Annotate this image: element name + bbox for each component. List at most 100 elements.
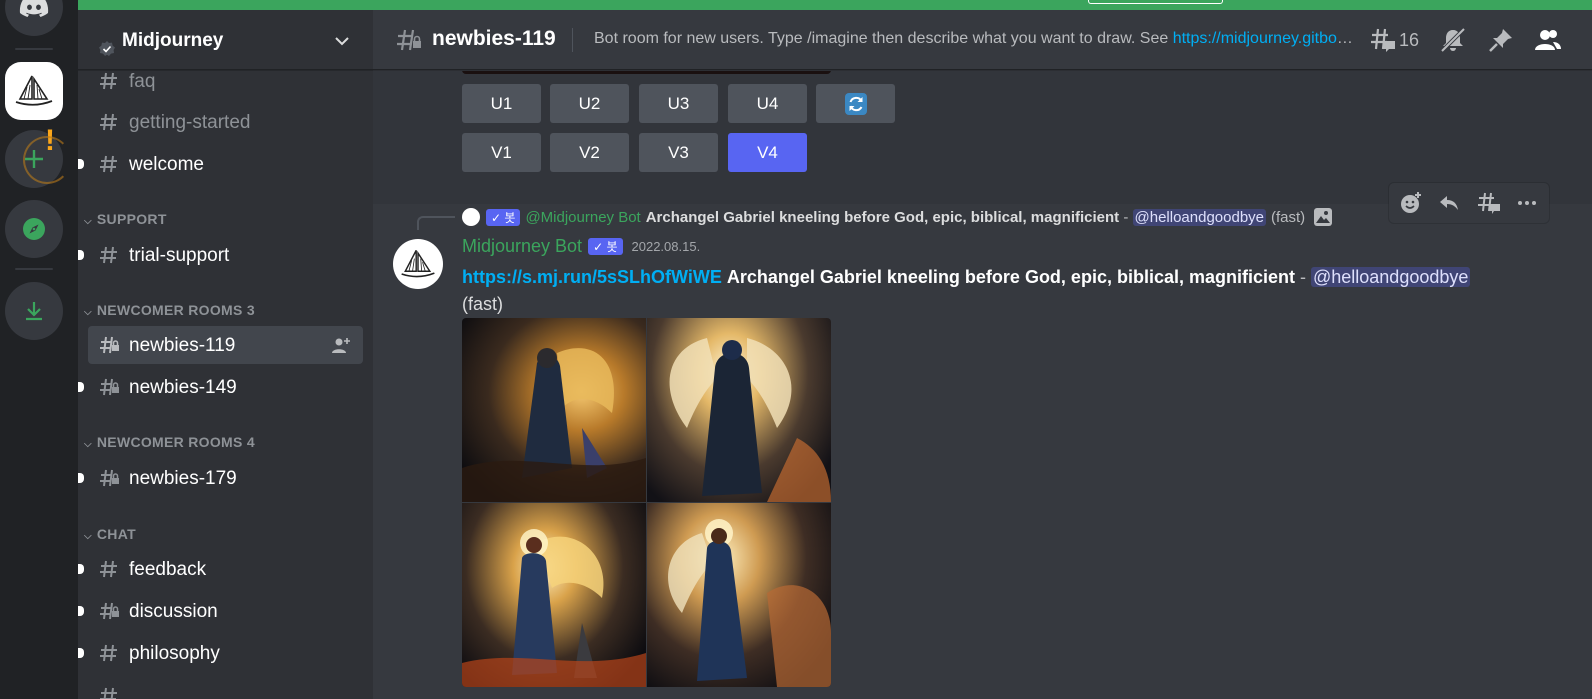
thread-icon xyxy=(1478,192,1500,214)
hashtag-lock-icon xyxy=(100,378,119,396)
add-member-icon[interactable] xyxy=(331,336,351,354)
upscale-2-button[interactable]: U2 xyxy=(550,84,629,123)
hashtag-icon xyxy=(100,72,117,90)
channel-partial[interactable] xyxy=(88,677,363,699)
channel-feedback[interactable]: feedback xyxy=(78,550,363,588)
image-quadrant-1[interactable] xyxy=(462,318,646,502)
more-icon xyxy=(1518,201,1536,205)
category-newcomer-rooms-3[interactable]: ⌵ NEWCOMER ROOMS 3 xyxy=(84,302,255,318)
channel-newbies-119[interactable]: newbies-119 xyxy=(88,326,363,364)
server-rail: ! xyxy=(0,0,78,699)
home-button[interactable] xyxy=(5,0,63,36)
reply-button[interactable] xyxy=(1435,189,1463,217)
channel-getting-started[interactable]: getting-started xyxy=(88,103,363,141)
message-list: U1 U2 U3 U4 V1 V2 V3 V4 ✓ 봇 @Midjourney … xyxy=(373,71,1592,699)
thread-count: 16 xyxy=(1399,30,1420,50)
chevron-icon: ⌵ xyxy=(84,439,92,450)
notification-muted-icon[interactable] xyxy=(1439,26,1467,54)
channel-philosophy[interactable]: philosophy xyxy=(78,634,363,672)
upscale-4-button[interactable]: U4 xyxy=(728,84,807,123)
more-button[interactable] xyxy=(1513,189,1541,217)
reply-author[interactable]: @Midjourney Bot xyxy=(525,209,640,226)
category-newcomer-rooms-4[interactable]: ⌵ NEWCOMER ROOMS 4 xyxy=(84,434,255,450)
hashtag-lock-icon xyxy=(100,602,119,620)
notice-button[interactable] xyxy=(1088,0,1223,4)
upscale-3-button[interactable]: U3 xyxy=(639,84,718,123)
category-label: SUPPORT xyxy=(96,211,167,227)
compass-icon xyxy=(23,218,45,240)
avatar[interactable] xyxy=(393,239,443,289)
chevron-icon: ⌵ xyxy=(84,531,92,542)
hashtag-icon xyxy=(100,113,117,131)
hashtag-icon xyxy=(100,687,117,699)
bot-badge: ✓ 봇 xyxy=(588,238,623,255)
download-apps-button[interactable] xyxy=(5,282,63,340)
header-divider xyxy=(572,28,573,52)
channel-label: feedback xyxy=(129,559,207,580)
previous-image-bottom xyxy=(462,71,831,74)
channel-title: newbies-119 xyxy=(432,27,556,50)
channel-label: philosophy xyxy=(129,643,220,664)
image-quadrant-3[interactable] xyxy=(462,503,646,687)
spinner-icon xyxy=(23,136,71,184)
topic-link[interactable]: https://midjourney.gitbook.io/docs/ xyxy=(1173,30,1354,47)
reply-speed: (fast) xyxy=(1271,208,1306,226)
channel-topic[interactable]: Bot room for new users. Type /imagine th… xyxy=(594,30,1354,48)
angel-figure xyxy=(669,338,831,502)
channel-newbies-179[interactable]: newbies-179 xyxy=(78,459,363,497)
channel-trial-support[interactable]: trial-support xyxy=(78,236,363,274)
category-label: NEWCOMER ROOMS 4 xyxy=(96,434,255,450)
reply-separator: - xyxy=(1119,208,1133,226)
channel-label: faq xyxy=(129,71,156,92)
message-link[interactable]: https://s.mj.run/5sSLhOfWiWE xyxy=(462,267,722,287)
reply-preview[interactable]: ✓ 봇 @Midjourney Bot Archangel Gabriel kn… xyxy=(462,207,1333,227)
unread-indicator xyxy=(78,250,84,260)
hashtag-icon xyxy=(100,246,117,264)
explore-servers-button[interactable] xyxy=(5,200,63,258)
create-thread-button[interactable] xyxy=(1475,189,1503,217)
category-support[interactable]: ⌵ SUPPORT xyxy=(84,211,167,227)
channel-label: discussion xyxy=(129,601,218,622)
hashtag-icon xyxy=(100,560,117,578)
threads-icon[interactable] xyxy=(1369,26,1397,54)
discord-logo-icon xyxy=(19,0,49,17)
reroll-button[interactable] xyxy=(816,84,895,123)
add-reaction-button[interactable] xyxy=(1397,189,1425,217)
chevron-icon: ⌵ xyxy=(84,216,92,227)
timestamp: 2022.08.15. xyxy=(631,239,701,254)
variation-2-button[interactable]: V2 xyxy=(550,133,629,172)
variation-3-button[interactable]: V3 xyxy=(639,133,718,172)
variation-1-button[interactable]: V1 xyxy=(462,133,541,172)
member-list-icon[interactable] xyxy=(1533,26,1561,54)
category-label: NEWCOMER ROOMS 3 xyxy=(96,302,255,318)
bot-badge: ✓ 봇 xyxy=(486,208,521,226)
channel-discussion[interactable]: discussion xyxy=(78,592,363,630)
pin-icon[interactable] xyxy=(1487,26,1515,54)
image-quadrant-2[interactable] xyxy=(647,318,831,502)
message-speed: (fast) xyxy=(462,294,504,314)
angel-figure xyxy=(462,529,646,687)
channel-faq[interactable]: faq xyxy=(88,62,363,100)
add-server-button[interactable]: ! xyxy=(5,124,71,188)
category-chat[interactable]: ⌵ CHAT xyxy=(84,526,136,542)
author-name[interactable]: Midjourney Bot xyxy=(462,236,582,257)
unread-indicator xyxy=(78,159,84,169)
refresh-icon xyxy=(844,92,867,115)
hashtag-lock-icon xyxy=(100,336,119,354)
variation-4-button[interactable]: V4 xyxy=(728,133,807,172)
upscale-1-button[interactable]: U1 xyxy=(462,84,541,123)
channel-newbies-149[interactable]: newbies-149 xyxy=(78,368,363,406)
hashtag-lock-icon xyxy=(397,29,421,51)
reply-avatar xyxy=(462,208,480,226)
category-label: CHAT xyxy=(96,526,136,542)
message-mention[interactable]: @helloandgoodbye xyxy=(1310,267,1471,287)
generated-image-grid[interactable] xyxy=(462,318,831,687)
reply-mention[interactable]: @helloandgoodbye xyxy=(1132,208,1266,226)
topic-text: Bot room for new users. Type /imagine th… xyxy=(594,30,1173,47)
channel-welcome[interactable]: welcome xyxy=(78,145,363,183)
reply-prompt: Archangel Gabriel kneeling before God, e… xyxy=(645,208,1120,226)
message-content: https://s.mj.run/5sSLhOfWiWE Archangel G… xyxy=(462,264,1562,318)
server-midjourney[interactable] xyxy=(5,62,63,120)
message-header: Midjourney Bot ✓ 봇 2022.08.15. xyxy=(462,236,700,257)
image-quadrant-4[interactable] xyxy=(647,503,831,687)
